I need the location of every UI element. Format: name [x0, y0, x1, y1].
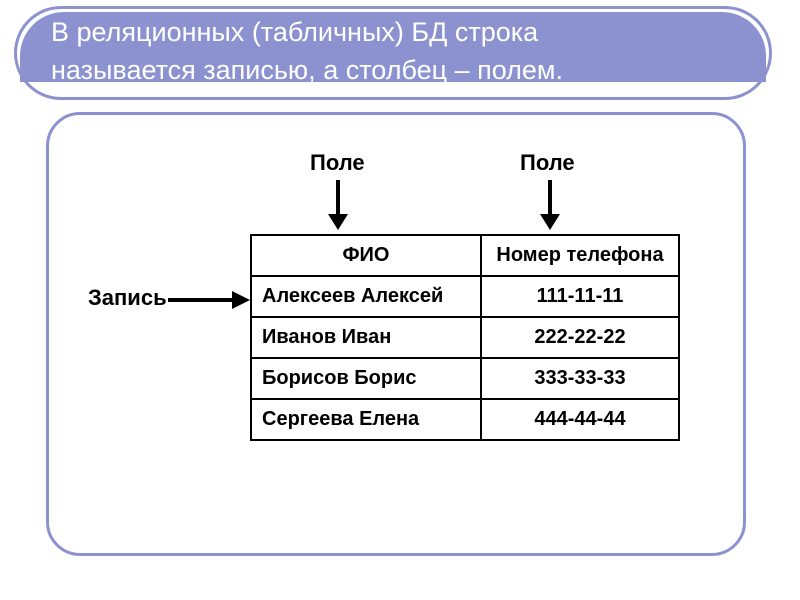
arrow-down-icon: [326, 180, 350, 230]
field-label-1: Поле: [310, 150, 365, 176]
title-line2: называется записью, а столбец – полем.: [51, 55, 563, 85]
cell-phone: 111-11-11: [481, 276, 679, 317]
title-text: В реляционных (табличных) БД строка назы…: [51, 13, 749, 89]
table-row: Сергеева Елена 444-44-44: [251, 399, 679, 440]
example-table: ФИО Номер телефона Алексеев Алексей 111-…: [250, 234, 680, 441]
record-label: Запись: [88, 285, 167, 311]
header-name: ФИО: [251, 235, 481, 276]
cell-phone: 333-33-33: [481, 358, 679, 399]
arrow-right-icon: [168, 288, 250, 312]
title-line1: В реляционных (табличных) БД строка: [51, 17, 538, 47]
table-row: Алексеев Алексей 111-11-11: [251, 276, 679, 317]
cell-name: Сергеева Елена: [251, 399, 481, 440]
cell-name: Борисов Борис: [251, 358, 481, 399]
table-header-row: ФИО Номер телефона: [251, 235, 679, 276]
title-banner: В реляционных (табличных) БД строка назы…: [14, 6, 772, 100]
field-label-2: Поле: [520, 150, 575, 176]
cell-name: Алексеев Алексей: [251, 276, 481, 317]
cell-name: Иванов Иван: [251, 317, 481, 358]
table-row: Иванов Иван 222-22-22: [251, 317, 679, 358]
arrow-down-icon: [538, 180, 562, 230]
header-phone: Номер телефона: [481, 235, 679, 276]
table-row: Борисов Борис 333-33-33: [251, 358, 679, 399]
cell-phone: 222-22-22: [481, 317, 679, 358]
cell-phone: 444-44-44: [481, 399, 679, 440]
